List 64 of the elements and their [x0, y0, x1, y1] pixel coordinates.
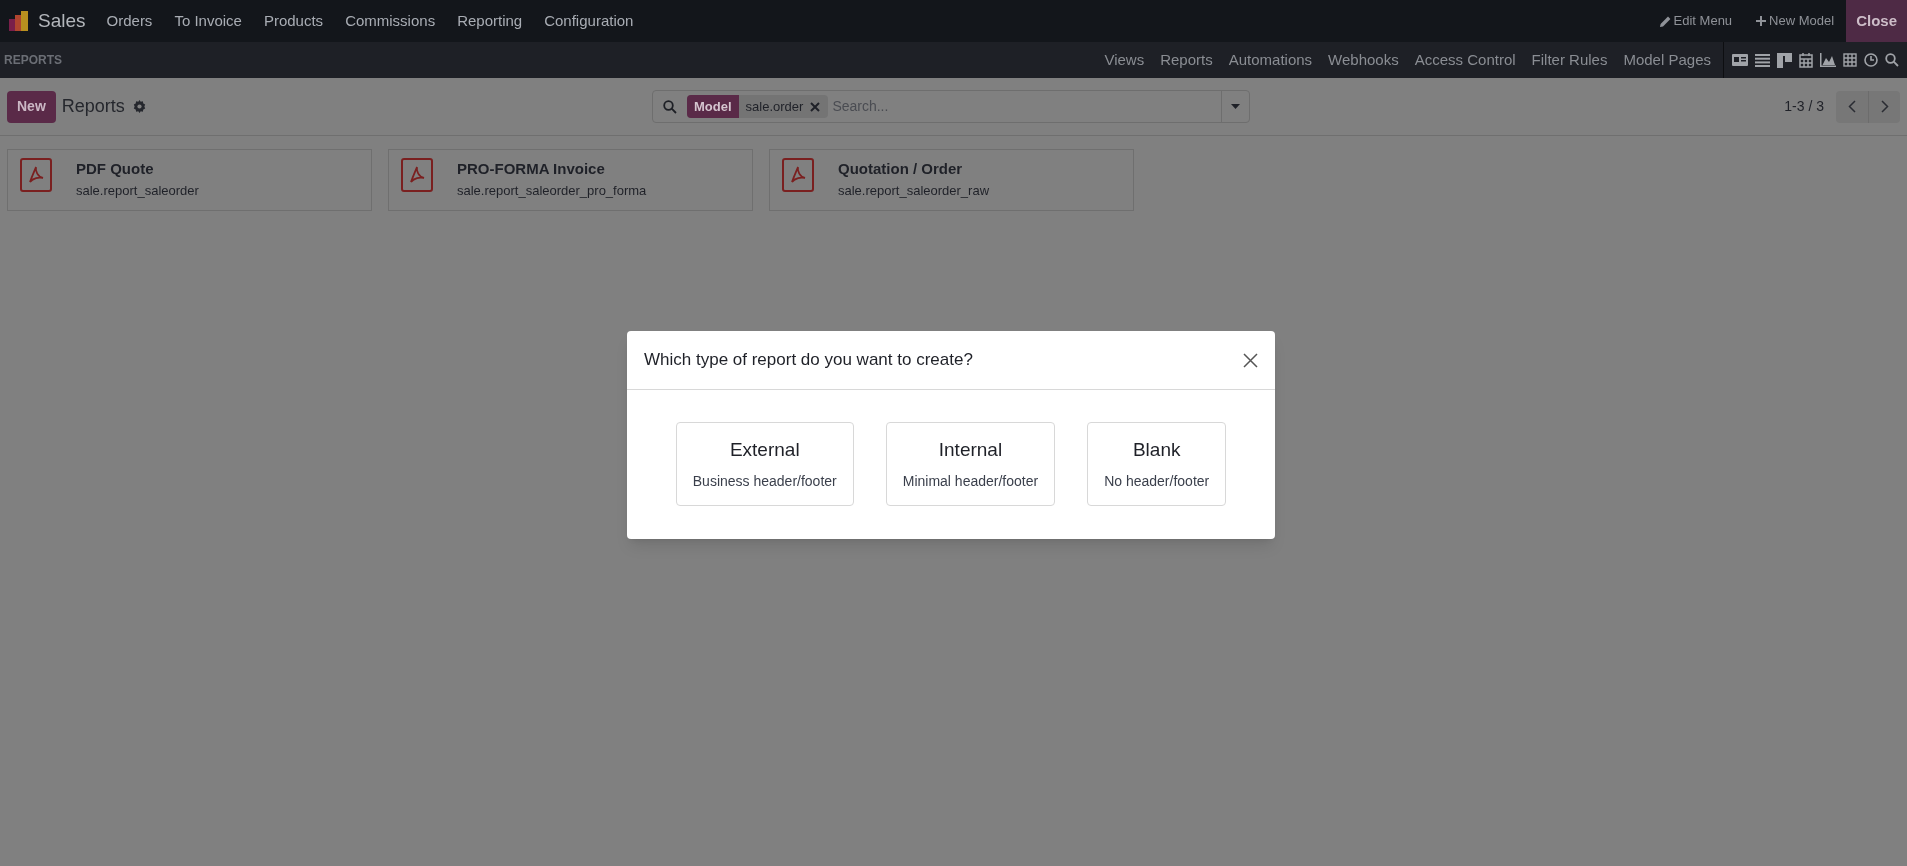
- list-view-icon[interactable]: [1755, 53, 1770, 67]
- menu-item[interactable]: Configuration: [533, 9, 645, 33]
- card-subtitle: sale.report_saleorder_pro_forma: [457, 181, 647, 200]
- menu-item[interactable]: Products: [252, 9, 335, 33]
- caret-icon: [1231, 104, 1240, 109]
- nav-tab[interactable]: Webhooks: [1328, 48, 1399, 72]
- report-type-option[interactable]: Blank No header/footer: [1087, 422, 1227, 506]
- menu-item[interactable]: Orders: [95, 9, 164, 33]
- pdf-icon: [782, 158, 814, 192]
- clock-icon[interactable]: [1864, 53, 1878, 67]
- report-card[interactable]: PRO-FORMA Invoice sale.report_saleorder_pro_forma: [388, 149, 753, 211]
- nav-tab[interactable]: Views: [1104, 48, 1145, 72]
- area-chart-icon[interactable]: [1820, 53, 1836, 67]
- search-icon[interactable]: [1885, 53, 1899, 67]
- close-button[interactable]: Close: [1846, 0, 1907, 42]
- nav-tab[interactable]: Model Pages: [1623, 48, 1711, 72]
- card-title: Quotation / Order: [838, 159, 964, 179]
- pdf-icon: [401, 158, 433, 192]
- report-type-option[interactable]: Internal Minimal header/footer: [885, 422, 1056, 506]
- calendar-icon[interactable]: [1799, 52, 1813, 68]
- chevron-right-icon: [1880, 100, 1889, 113]
- chevron-left-icon: [1848, 100, 1856, 113]
- plus-icon: [1756, 16, 1767, 26]
- new-button[interactable]: New: [7, 90, 56, 123]
- filter-facet[interactable]: Model sale.order: [687, 95, 829, 118]
- kanban-view-icon[interactable]: [1777, 52, 1792, 68]
- nav-tab[interactable]: Reports: [1160, 48, 1213, 72]
- pencil-icon: [1659, 15, 1671, 27]
- search-icon: [663, 99, 677, 114]
- menu-item[interactable]: Reporting: [446, 9, 534, 33]
- facet-label: Model: [687, 95, 739, 118]
- app-logo-icon[interactable]: [8, 10, 30, 32]
- page-title: Reports: [61, 95, 125, 118]
- report-card[interactable]: PDF Quote sale.report_saleorder: [7, 149, 372, 211]
- form-view-icon[interactable]: [1732, 53, 1748, 67]
- dialog-title: Which type of report do you want to create?: [644, 349, 974, 372]
- option-title: Internal: [938, 438, 1003, 463]
- remove-icon[interactable]: [810, 101, 821, 112]
- menu-link[interactable]: New Model: [1756, 11, 1835, 31]
- nav-tab[interactable]: Filter Rules: [1531, 48, 1608, 72]
- nav-tab[interactable]: Access Control: [1414, 48, 1516, 72]
- option-subtitle: Minimal header/footer: [902, 471, 1039, 491]
- option-title: External: [729, 438, 800, 463]
- app-name[interactable]: Sales: [38, 6, 86, 36]
- settings-icon[interactable]: [132, 100, 146, 113]
- menu-item[interactable]: To Invoice: [163, 9, 253, 33]
- menu-link[interactable]: Edit Menu: [1659, 11, 1733, 31]
- pdf-icon: [20, 158, 52, 192]
- close-icon[interactable]: [1243, 352, 1258, 368]
- table-icon[interactable]: [1843, 53, 1857, 67]
- card-title: PDF Quote: [76, 159, 155, 179]
- option-title: Blank: [1132, 438, 1181, 463]
- option-subtitle: Business header/footer: [692, 471, 837, 491]
- card-subtitle: sale.report_saleorder: [76, 181, 199, 200]
- section-title: REPORTS: [4, 52, 62, 69]
- pager-value: 1-3 / 3: [1784, 97, 1824, 116]
- card-subtitle: sale.report_saleorder_raw: [838, 181, 990, 200]
- menu-item[interactable]: Commissions: [334, 9, 447, 33]
- facet-value: sale.order: [744, 97, 805, 116]
- option-subtitle: No header/footer: [1104, 471, 1210, 491]
- nav-tab[interactable]: Automations: [1228, 48, 1313, 72]
- card-title: PRO-FORMA Invoice: [457, 159, 606, 179]
- report-type-option[interactable]: External Business header/footer: [675, 422, 854, 506]
- report-card[interactable]: Quotation / Order sale.report_saleorder_raw: [769, 149, 1134, 211]
